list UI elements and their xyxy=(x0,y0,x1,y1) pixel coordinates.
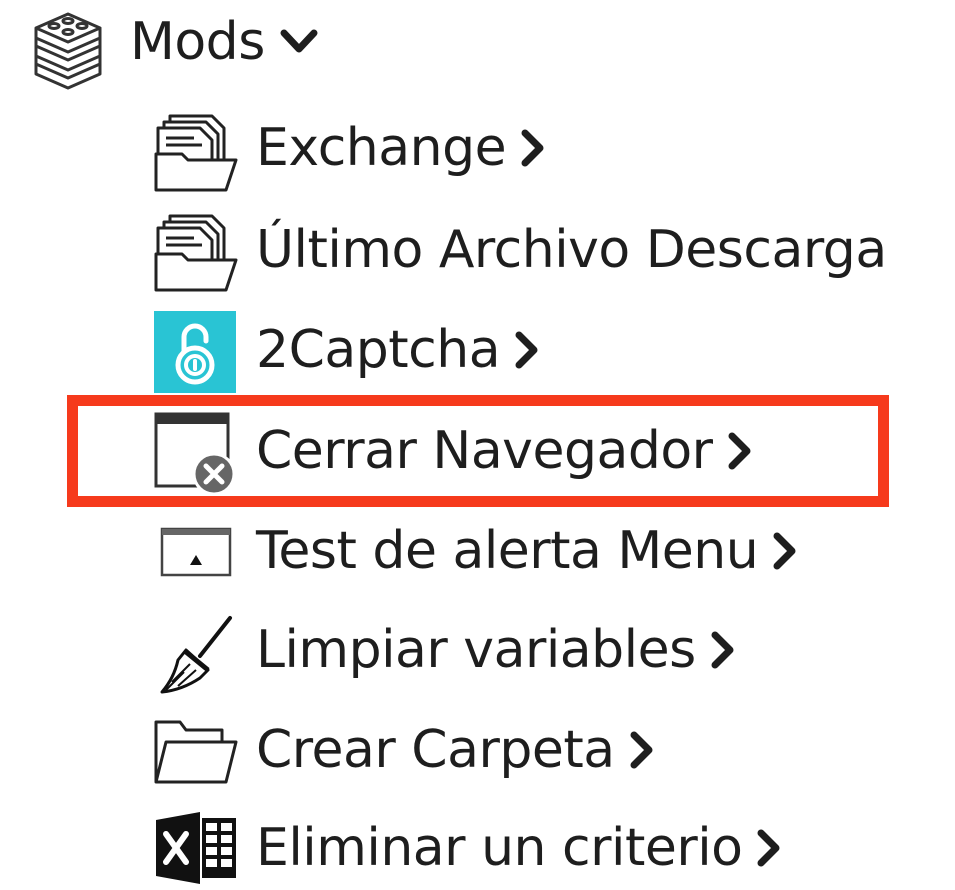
tree-item-label: Último Archivo Descarga xyxy=(256,220,887,280)
tree-item-limpiar-variables[interactable]: Limpiar variables xyxy=(256,608,736,692)
alert-window-icon xyxy=(160,527,232,577)
chevron-right-icon[interactable] xyxy=(710,630,736,670)
chevron-right-icon[interactable] xyxy=(756,828,782,868)
broom-icon xyxy=(160,616,232,694)
excel-icon xyxy=(156,812,236,884)
documents-folder-icon xyxy=(154,114,238,192)
chevron-down-icon[interactable] xyxy=(279,27,319,57)
tree-item-crear-carpeta[interactable]: Crear Carpeta xyxy=(256,708,655,792)
chevron-right-icon[interactable] xyxy=(772,531,798,571)
chevron-right-icon[interactable] xyxy=(514,330,540,370)
chevron-right-icon[interactable] xyxy=(629,730,655,770)
documents-folder-icon xyxy=(154,214,238,292)
tree-item-label: Limpiar variables xyxy=(256,620,696,680)
tree-header-label: Mods xyxy=(130,12,265,72)
chevron-right-icon[interactable] xyxy=(727,431,753,471)
tree-item-label: Test de alerta Menu xyxy=(256,521,759,581)
tree-item-label: Crear Carpeta xyxy=(256,720,615,780)
folder-icon xyxy=(154,720,238,784)
tree-item-label: 2Captcha xyxy=(256,320,501,380)
tree-item-2captcha[interactable]: 2Captcha xyxy=(256,308,540,392)
padlock-captcha-icon xyxy=(154,311,236,393)
tree-item-label: Eliminar un criterio xyxy=(256,818,743,878)
tree-header-mods[interactable]: Mods xyxy=(130,0,319,84)
tree-item-label: Cerrar Navegador xyxy=(256,421,713,481)
mods-menu-tree: Mods Exchange Último Archivo Descarga 2C… xyxy=(0,0,955,888)
tree-item-ultimo-archivo-descarga[interactable]: Último Archivo Descarga xyxy=(256,208,887,292)
tree-item-exchange[interactable]: Exchange xyxy=(256,106,546,190)
tree-item-eliminar-un-criterio[interactable]: Eliminar un criterio xyxy=(256,806,782,890)
chevron-right-icon[interactable] xyxy=(520,128,546,168)
browser-close-icon xyxy=(154,412,236,496)
tree-item-label: Exchange xyxy=(256,118,507,178)
blocks-stack-icon xyxy=(34,12,102,90)
tree-item-test-de-alerta-menu[interactable]: Test de alerta Menu xyxy=(256,509,798,593)
tree-item-cerrar-navegador[interactable]: Cerrar Navegador xyxy=(256,409,753,493)
